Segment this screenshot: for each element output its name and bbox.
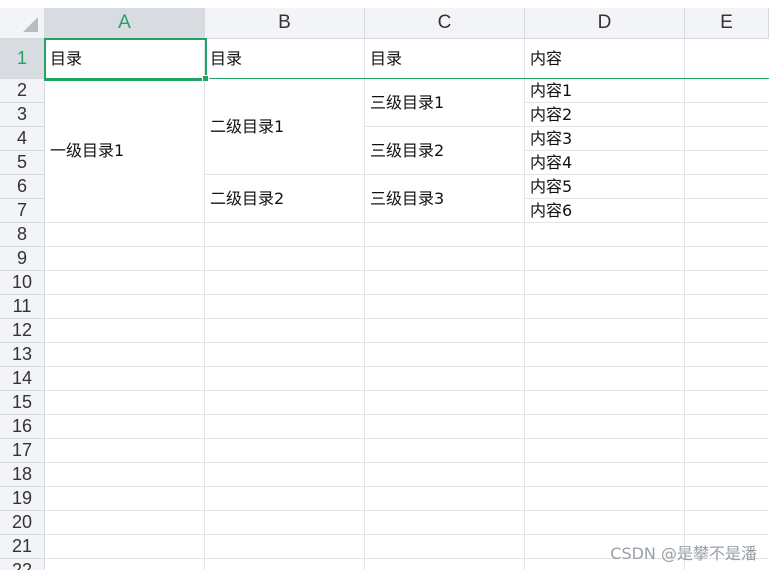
merged-cell-b6-b7[interactable]: 二级目录2 (205, 175, 364, 223)
row-gridline (45, 390, 769, 391)
row-header-18[interactable]: 18 (0, 463, 45, 487)
row-header-10[interactable]: 10 (0, 271, 45, 295)
row-header-8[interactable]: 8 (0, 223, 45, 247)
merged-cell-c2-c3[interactable]: 三级目录1 (365, 79, 524, 127)
cell-d1[interactable]: 内容 (525, 39, 684, 78)
cell-c1[interactable]: 目录 (365, 39, 524, 78)
row-gridline (45, 510, 769, 511)
active-cell-selection (44, 38, 207, 81)
merged-cell-a2-a7[interactable]: 一级目录1 (45, 79, 204, 223)
cell-d4[interactable]: 内容3 (525, 127, 684, 150)
cell-b1[interactable]: 目录 (205, 39, 364, 78)
column-header-c[interactable]: C (365, 8, 525, 39)
column-header-e[interactable]: E (685, 8, 769, 39)
row-gridline (45, 534, 769, 535)
row-header-3[interactable]: 3 (0, 103, 45, 127)
row-header-11[interactable]: 11 (0, 295, 45, 319)
row-header-20[interactable]: 20 (0, 511, 45, 535)
column-header-d[interactable]: D (525, 8, 685, 39)
row-header-6[interactable]: 6 (0, 175, 45, 199)
cell-d3[interactable]: 内容2 (525, 103, 684, 126)
fill-handle[interactable] (202, 75, 209, 82)
select-all-corner[interactable] (0, 8, 45, 39)
merged-cell-c6-c7[interactable]: 三级目录3 (365, 175, 524, 223)
column-header-a[interactable]: A (45, 8, 205, 39)
row-gridline (45, 462, 769, 463)
watermark: CSDN @是攀不是潘 (610, 544, 757, 563)
spreadsheet[interactable]: ABCDE 1 2 3 4 5 6 7 8 9 10 11 12 13 14 15 16 17 18 19 20 21 2… (0, 0, 769, 570)
merged-cell-c4-c5[interactable]: 三级目录2 (365, 127, 524, 175)
merged-cell-b2-b5[interactable]: 二级目录1 (205, 79, 364, 175)
row-header-4[interactable]: 4 (0, 127, 45, 151)
row-header-9[interactable]: 9 (0, 247, 45, 271)
row-header-12[interactable]: 12 (0, 319, 45, 343)
cell-d6[interactable]: 内容5 (525, 175, 684, 198)
row-header-14[interactable]: 14 (0, 367, 45, 391)
row-header-5[interactable]: 5 (0, 151, 45, 175)
cell-d2[interactable]: 内容1 (525, 79, 684, 102)
row-header-2[interactable]: 2 (0, 79, 45, 103)
row-gridline (45, 438, 769, 439)
column-gridline (684, 39, 685, 570)
row-header-19[interactable]: 19 (0, 487, 45, 511)
row-header-7[interactable]: 7 (0, 199, 45, 223)
row-gridline (45, 294, 769, 295)
cell-d5[interactable]: 内容4 (525, 151, 684, 174)
row-header-13[interactable]: 13 (0, 343, 45, 367)
column-header-b[interactable]: B (205, 8, 365, 39)
row-header-15[interactable]: 15 (0, 391, 45, 415)
row-header-17[interactable]: 17 (0, 439, 45, 463)
row-gridline (45, 414, 769, 415)
select-all-triangle-icon (23, 17, 38, 32)
row-gridline (45, 270, 769, 271)
row-gridline (45, 486, 769, 487)
cell-d7[interactable]: 内容6 (525, 199, 684, 222)
row-gridline (45, 318, 769, 319)
row-header-1[interactable]: 1 (0, 39, 45, 79)
row-gridline (45, 342, 769, 343)
row-gridline (45, 366, 769, 367)
row-header-21[interactable]: 21 (0, 535, 45, 559)
row-header-22[interactable]: 22 (0, 559, 45, 570)
row-header-16[interactable]: 16 (0, 415, 45, 439)
row-gridline (45, 246, 769, 247)
